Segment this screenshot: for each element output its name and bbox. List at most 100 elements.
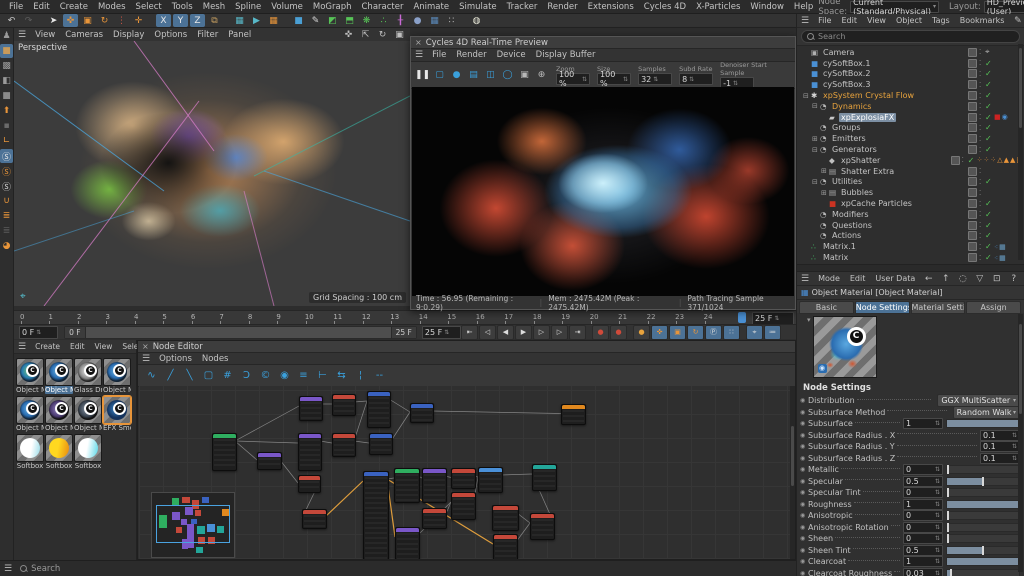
play-button[interactable]: ▶ [515, 325, 532, 340]
subdivision-surface-icon[interactable]: ◩ [325, 14, 340, 27]
sheen-field[interactable]: 0⇅ [903, 533, 943, 544]
enable-checkbox[interactable] [968, 113, 977, 122]
vp-dolly-icon[interactable]: ⇱ [358, 28, 373, 41]
render-preview-image[interactable] [412, 87, 794, 296]
graph-node[interactable] [561, 404, 586, 425]
node-graph-minimap[interactable] [151, 492, 235, 558]
graph-node[interactable] [422, 468, 447, 503]
graph-node[interactable] [394, 468, 420, 503]
timeline-tick[interactable]: 18 [533, 313, 561, 321]
material-item[interactable]: C Object M [45, 396, 73, 432]
timeline-tick[interactable]: 13 [390, 313, 418, 321]
tree-item-label[interactable]: Questions [830, 221, 874, 230]
animation-dot-icon[interactable]: ◉ [800, 547, 808, 554]
spline-divider-icon[interactable]: ╂ [393, 14, 408, 27]
cluster-tag-icon[interactable]: ⁖ [994, 254, 998, 262]
tree-item-label[interactable]: Actions [830, 231, 863, 240]
specular-field[interactable]: 0.5⇅ [903, 476, 943, 487]
axis-x-lock-icon[interactable]: X [156, 14, 171, 27]
tree-item-actions[interactable]: ◔ Actions ⁚ ✓ [799, 231, 1024, 242]
tab-material-settings[interactable]: Material Settings [911, 301, 966, 314]
tree-item-cysoftbox-2[interactable]: ■ cySoftBox.2 ⁚ ✓ [799, 69, 1024, 80]
enable-checkbox[interactable] [968, 221, 977, 230]
material-thumbnail[interactable] [16, 434, 44, 462]
move-icon[interactable]: ✜ [63, 14, 78, 27]
preview-menu-file[interactable]: File [427, 50, 451, 60]
hamburger-icon[interactable]: ☰ [18, 30, 26, 40]
enable-checkbox[interactable] [968, 199, 977, 208]
om-menu-view[interactable]: View [862, 16, 891, 25]
state-check-icon[interactable]: ✓ [985, 59, 994, 68]
state-check-icon[interactable]: ⌖ [985, 47, 994, 57]
graph-node[interactable] [367, 391, 391, 428]
model-mode-icon[interactable]: ■ [0, 44, 13, 58]
specular-tint-slider[interactable] [946, 488, 1020, 497]
material-item[interactable]: C Object M [45, 358, 73, 394]
material-menu-view[interactable]: View [90, 342, 118, 351]
preview-size-field[interactable]: 100 %⇅ [597, 73, 631, 85]
hash-grid-icon[interactable]: # [219, 369, 236, 382]
timeline-tick[interactable]: 17 [504, 313, 532, 321]
specular-slider[interactable] [946, 477, 1020, 486]
cache-tag-icon[interactable]: ■ [994, 113, 1001, 121]
xparticles-tag-icon[interactable]: ⁘ [990, 156, 996, 164]
clearcoat-roughness-field[interactable]: 0.03⇅ [903, 568, 943, 576]
circle-buffer-icon[interactable]: ◯ [500, 69, 515, 82]
am-filter-icon[interactable]: ▽ [972, 272, 987, 285]
hamburger-icon[interactable]: ☰ [142, 354, 150, 364]
timeline-ruler[interactable]: 0123456789101112131415161718192021222324… [14, 310, 796, 324]
timeline-tick[interactable]: 22 [647, 313, 675, 321]
om-menu-bookmarks[interactable]: Bookmarks [955, 16, 1010, 25]
node-space-dropdown[interactable]: Current (Standard/Physical)▾ [850, 1, 939, 13]
menu-modes[interactable]: Modes [93, 2, 131, 12]
enable-checkbox[interactable] [968, 188, 977, 197]
graph-node[interactable] [532, 464, 557, 491]
state-check-icon[interactable]: ✓ [985, 210, 994, 219]
connection-cut-icon[interactable]: ╲ [181, 369, 198, 382]
sample-balls-icon[interactable]: ● [449, 69, 464, 82]
preview-menu-render[interactable]: Render [451, 50, 491, 60]
animation-dot-icon[interactable]: ◉ [800, 558, 808, 565]
prev-frame-button[interactable]: ◀ [497, 325, 514, 340]
tree-item-label[interactable]: Matrix.1 [821, 242, 858, 251]
tree-item-label[interactable]: Utilities [830, 177, 864, 186]
axis-z-lock-icon[interactable]: Z [190, 14, 205, 27]
xparticles-tag-icon[interactable]: ⁘ [983, 156, 989, 164]
timeline-tick[interactable]: 23 [675, 313, 703, 321]
enable-checkbox[interactable] [968, 134, 977, 143]
material-item[interactable]: C Object M [16, 396, 44, 432]
enable-checkbox[interactable] [968, 145, 977, 154]
material-item[interactable]: C Object M [16, 358, 44, 394]
expander-icon[interactable]: ⊟ [812, 178, 820, 186]
timeline-tick[interactable]: 2 [77, 313, 105, 321]
c4d-logo-icon[interactable]: ◕ [0, 239, 13, 253]
specular-tint-field[interactable]: 0⇅ [903, 487, 943, 498]
enable-checkbox[interactable] [968, 242, 977, 251]
node-editor-menu-options[interactable]: Options [154, 354, 197, 364]
tree-item-label[interactable]: xpExplosiaFX [839, 113, 896, 122]
timeline-tick[interactable]: 16 [476, 313, 504, 321]
enable-checkbox[interactable] [968, 48, 977, 57]
am-lock-icon[interactable]: ⊡ [989, 272, 1004, 285]
close-icon[interactable]: × [415, 38, 422, 47]
viewport-menu-filter[interactable]: Filter [192, 30, 223, 40]
material-item[interactable]: Softbox [45, 434, 73, 470]
tree-item-bubbles[interactable]: ⊞ ▤ Bubbles ⁚ [799, 187, 1024, 198]
xparticles-tag-icon[interactable]: △ [997, 156, 1002, 164]
menu-x-particles[interactable]: X-Particles [691, 2, 745, 12]
visibility-dots[interactable]: ⁚ [979, 189, 985, 197]
render-queue-icon[interactable]: ▶ [249, 14, 264, 27]
preview-menu-display-buffer[interactable]: Display Buffer [531, 50, 601, 60]
tree-item-matrix-1[interactable]: ∴ Matrix.1 ⁚ ✓ ⁖▦ [799, 241, 1024, 252]
key-parameter-button[interactable]: Ⓟ [705, 325, 722, 340]
am-help-icon[interactable]: ? [1006, 272, 1021, 285]
expander-icon[interactable]: ⊞ [821, 167, 829, 175]
axis-mode-icon[interactable]: ⬆ [0, 104, 13, 118]
object-search-input[interactable]: Search [801, 30, 1020, 43]
animation-dot-icon[interactable]: ◉ [800, 535, 808, 542]
layers-lock-icon[interactable]: ≣ [0, 224, 13, 238]
enable-checkbox[interactable] [968, 177, 977, 186]
graph-node[interactable] [478, 467, 503, 493]
timeline-tick[interactable]: 3 [105, 313, 133, 321]
viewport-menu-view[interactable]: View [30, 30, 60, 40]
